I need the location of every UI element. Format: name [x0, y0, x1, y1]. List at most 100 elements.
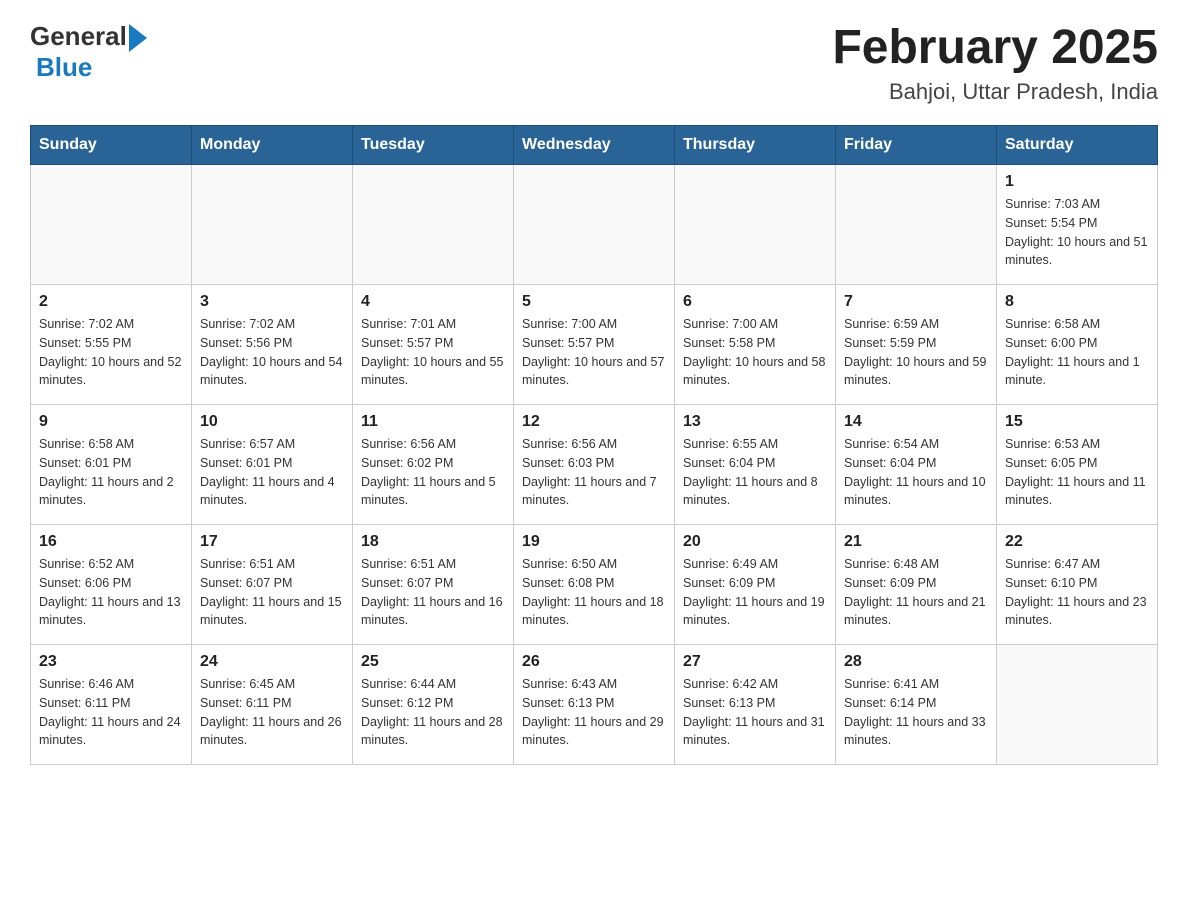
day-info: Sunrise: 6:46 AMSunset: 6:11 PMDaylight:…	[39, 675, 183, 750]
calendar-week-row: 2 Sunrise: 7:02 AMSunset: 5:55 PMDaylight…	[31, 285, 1158, 405]
day-info: Sunrise: 7:03 AMSunset: 5:54 PMDaylight:…	[1005, 195, 1149, 270]
day-info: Sunrise: 7:02 AMSunset: 5:56 PMDaylight:…	[200, 315, 344, 390]
calendar-cell: 19 Sunrise: 6:50 AMSunset: 6:08 PMDayligh…	[514, 525, 675, 645]
day-info: Sunrise: 6:51 AMSunset: 6:07 PMDaylight:…	[200, 555, 344, 630]
day-info: Sunrise: 6:58 AMSunset: 6:01 PMDaylight:…	[39, 435, 183, 510]
day-info: Sunrise: 7:01 AMSunset: 5:57 PMDaylight:…	[361, 315, 505, 390]
calendar-cell: 21 Sunrise: 6:48 AMSunset: 6:09 PMDayligh…	[836, 525, 997, 645]
day-number: 18	[361, 533, 505, 551]
day-info: Sunrise: 6:54 AMSunset: 6:04 PMDaylight:…	[844, 435, 988, 510]
day-info: Sunrise: 6:57 AMSunset: 6:01 PMDaylight:…	[200, 435, 344, 510]
calendar-cell: 25Sunrise: 6:44 AMSunset: 6:12 PMDayligh…	[353, 645, 514, 765]
logo-blue-text: Blue	[36, 52, 92, 83]
logo-general-text: General	[30, 21, 127, 52]
weekday-header-tuesday: Tuesday	[353, 126, 514, 165]
calendar-week-row: 23 Sunrise: 6:46 AMSunset: 6:11 PMDayligh…	[31, 645, 1158, 765]
calendar-cell: 8 Sunrise: 6:58 AMSunset: 6:00 PMDaylight…	[997, 285, 1158, 405]
calendar-cell: 3 Sunrise: 7:02 AMSunset: 5:56 PMDaylight…	[192, 285, 353, 405]
calendar-cell	[997, 645, 1158, 765]
calendar-table: SundayMondayTuesdayWednesdayThursdayFrid…	[30, 125, 1158, 765]
day-number: 15	[1005, 413, 1149, 431]
calendar-week-row: 16Sunrise: 6:52 AMSunset: 6:06 PMDayligh…	[31, 525, 1158, 645]
calendar-cell	[836, 165, 997, 285]
day-number: 2	[39, 293, 183, 311]
day-number: 3	[200, 293, 344, 311]
day-number: 28	[844, 653, 988, 671]
day-number: 5	[522, 293, 666, 311]
calendar-cell: 15 Sunrise: 6:53 AMSunset: 6:05 PMDayligh…	[997, 405, 1158, 525]
calendar-cell: 1 Sunrise: 7:03 AMSunset: 5:54 PMDaylight…	[997, 165, 1158, 285]
calendar-cell: 27Sunrise: 6:42 AMSunset: 6:13 PMDayligh…	[675, 645, 836, 765]
day-number: 1	[1005, 173, 1149, 191]
day-number: 19	[522, 533, 666, 551]
calendar-cell: 13Sunrise: 6:55 AMSunset: 6:04 PMDayligh…	[675, 405, 836, 525]
day-info: Sunrise: 6:48 AMSunset: 6:09 PMDaylight:…	[844, 555, 988, 630]
weekday-header-sunday: Sunday	[31, 126, 192, 165]
calendar-cell: 4 Sunrise: 7:01 AMSunset: 5:57 PMDaylight…	[353, 285, 514, 405]
calendar-week-row: 1 Sunrise: 7:03 AMSunset: 5:54 PMDaylight…	[31, 165, 1158, 285]
day-number: 22	[1005, 533, 1149, 551]
location-title: Bahjoi, Uttar Pradesh, India	[832, 79, 1158, 105]
day-info: Sunrise: 6:53 AMSunset: 6:05 PMDaylight:…	[1005, 435, 1149, 510]
title-block: February 2025 Bahjoi, Uttar Pradesh, Ind…	[832, 20, 1158, 105]
calendar-cell: 12 Sunrise: 6:56 AMSunset: 6:03 PMDayligh…	[514, 405, 675, 525]
calendar-cell	[675, 165, 836, 285]
day-info: Sunrise: 6:41 AMSunset: 6:14 PMDaylight:…	[844, 675, 988, 750]
calendar-cell: 23 Sunrise: 6:46 AMSunset: 6:11 PMDayligh…	[31, 645, 192, 765]
day-number: 23	[39, 653, 183, 671]
day-info: Sunrise: 6:56 AMSunset: 6:02 PMDaylight:…	[361, 435, 505, 510]
weekday-header-saturday: Saturday	[997, 126, 1158, 165]
day-number: 7	[844, 293, 988, 311]
calendar-cell: 18 Sunrise: 6:51 AMSunset: 6:07 PMDayligh…	[353, 525, 514, 645]
day-info: Sunrise: 6:49 AMSunset: 6:09 PMDaylight:…	[683, 555, 827, 630]
calendar-cell: 24Sunrise: 6:45 AMSunset: 6:11 PMDayligh…	[192, 645, 353, 765]
day-number: 12	[522, 413, 666, 431]
day-info: Sunrise: 6:50 AMSunset: 6:08 PMDaylight:…	[522, 555, 666, 630]
day-number: 13	[683, 413, 827, 431]
day-number: 26	[522, 653, 666, 671]
day-number: 9	[39, 413, 183, 431]
calendar-cell: 11Sunrise: 6:56 AMSunset: 6:02 PMDayligh…	[353, 405, 514, 525]
day-info: Sunrise: 6:44 AMSunset: 6:12 PMDaylight:…	[361, 675, 505, 750]
logo-arrow-icon	[129, 24, 147, 52]
day-info: Sunrise: 7:00 AMSunset: 5:58 PMDaylight:…	[683, 315, 827, 390]
calendar-cell: 16Sunrise: 6:52 AMSunset: 6:06 PMDayligh…	[31, 525, 192, 645]
calendar-cell: 17 Sunrise: 6:51 AMSunset: 6:07 PMDayligh…	[192, 525, 353, 645]
calendar-cell: 28 Sunrise: 6:41 AMSunset: 6:14 PMDayligh…	[836, 645, 997, 765]
calendar-cell: 20 Sunrise: 6:49 AMSunset: 6:09 PMDayligh…	[675, 525, 836, 645]
day-info: Sunrise: 6:58 AMSunset: 6:00 PMDaylight:…	[1005, 315, 1149, 390]
day-info: Sunrise: 7:00 AMSunset: 5:57 PMDaylight:…	[522, 315, 666, 390]
day-number: 17	[200, 533, 344, 551]
day-number: 27	[683, 653, 827, 671]
day-number: 21	[844, 533, 988, 551]
calendar-cell: 10Sunrise: 6:57 AMSunset: 6:01 PMDayligh…	[192, 405, 353, 525]
day-info: Sunrise: 6:47 AMSunset: 6:10 PMDaylight:…	[1005, 555, 1149, 630]
day-number: 4	[361, 293, 505, 311]
day-number: 6	[683, 293, 827, 311]
calendar-cell: 7 Sunrise: 6:59 AMSunset: 5:59 PMDaylight…	[836, 285, 997, 405]
weekday-header-monday: Monday	[192, 126, 353, 165]
calendar-cell	[514, 165, 675, 285]
weekday-header-thursday: Thursday	[675, 126, 836, 165]
day-info: Sunrise: 6:59 AMSunset: 5:59 PMDaylight:…	[844, 315, 988, 390]
day-info: Sunrise: 6:51 AMSunset: 6:07 PMDaylight:…	[361, 555, 505, 630]
day-number: 8	[1005, 293, 1149, 311]
calendar-cell: 5 Sunrise: 7:00 AMSunset: 5:57 PMDaylight…	[514, 285, 675, 405]
page-header: General Blue February 2025 Bahjoi, Uttar…	[30, 20, 1158, 105]
calendar-cell	[353, 165, 514, 285]
calendar-cell: 9 Sunrise: 6:58 AMSunset: 6:01 PMDaylight…	[31, 405, 192, 525]
day-number: 14	[844, 413, 988, 431]
calendar-cell: 22 Sunrise: 6:47 AMSunset: 6:10 PMDayligh…	[997, 525, 1158, 645]
day-info: Sunrise: 6:52 AMSunset: 6:06 PMDaylight:…	[39, 555, 183, 630]
weekday-header-wednesday: Wednesday	[514, 126, 675, 165]
logo: General Blue	[30, 20, 147, 83]
calendar-cell	[192, 165, 353, 285]
day-info: Sunrise: 6:56 AMSunset: 6:03 PMDaylight:…	[522, 435, 666, 510]
month-title: February 2025	[832, 20, 1158, 75]
calendar-cell: 26Sunrise: 6:43 AMSunset: 6:13 PMDayligh…	[514, 645, 675, 765]
day-info: Sunrise: 7:02 AMSunset: 5:55 PMDaylight:…	[39, 315, 183, 390]
weekday-header-row: SundayMondayTuesdayWednesdayThursdayFrid…	[31, 126, 1158, 165]
day-number: 20	[683, 533, 827, 551]
day-number: 24	[200, 653, 344, 671]
weekday-header-friday: Friday	[836, 126, 997, 165]
